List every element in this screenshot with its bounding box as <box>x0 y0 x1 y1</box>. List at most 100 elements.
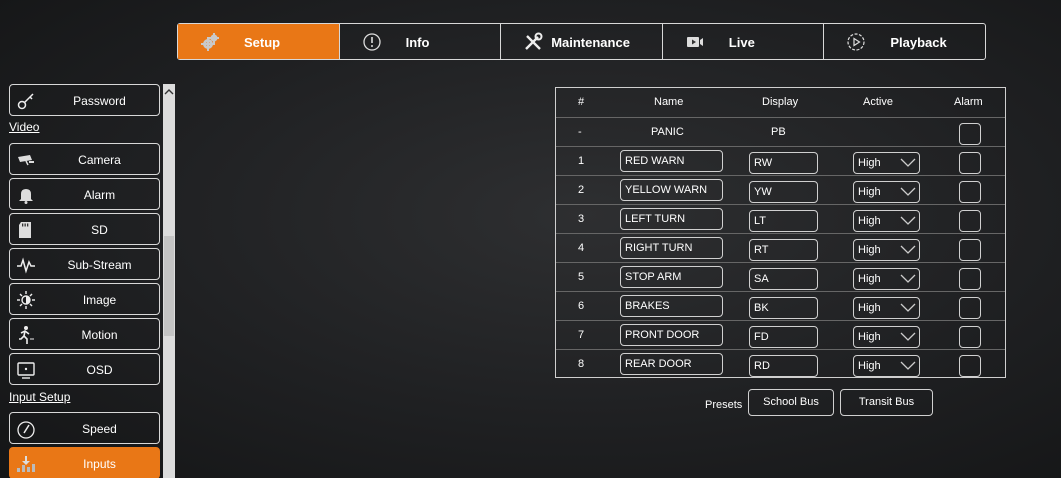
motion-icon <box>19 326 34 344</box>
name-input[interactable]: RIGHT TURN <box>620 237 723 259</box>
alarm-checkbox[interactable] <box>959 355 981 377</box>
sidebar-item-inputs[interactable]: Inputs <box>9 447 160 478</box>
display-input[interactable]: SA <box>749 268 818 290</box>
play-icon <box>847 33 865 51</box>
active-select[interactable]: High <box>853 355 920 377</box>
row-num: 5 <box>578 271 585 283</box>
tab-setup-label: Setup <box>244 35 281 50</box>
display-input[interactable]: YW <box>749 181 818 203</box>
name-input[interactable]: LEFT TURN <box>620 208 723 230</box>
name-input[interactable]: YELLOW WARN <box>620 179 723 201</box>
name-input[interactable]: RED WARN <box>620 150 723 172</box>
tab-setup[interactable]: Setup <box>178 24 340 59</box>
sidebar-item-label: Image <box>82 293 117 307</box>
row-num: 4 <box>578 242 585 254</box>
display-input[interactable]: RD <box>749 355 818 377</box>
top-nav: Setup Info Maintenance Live Playback <box>177 23 986 60</box>
tab-info-label: Info <box>405 35 430 50</box>
header-num: # <box>578 96 585 108</box>
section-input-setup: Input Setup <box>9 390 71 404</box>
chevron-down-icon <box>900 303 916 312</box>
active-select-value: High <box>858 273 881 285</box>
sidebar-item-motion[interactable]: Motion <box>9 318 160 350</box>
table-row: 7 PRONT DOOR FD High <box>556 320 1005 349</box>
name-input[interactable]: STOP ARM <box>620 266 723 288</box>
name-input[interactable]: BRAKES <box>620 295 723 317</box>
chevron-down-icon <box>900 216 916 225</box>
sidebar-item-label: Inputs <box>83 457 116 471</box>
alarm-checkbox[interactable] <box>959 239 981 261</box>
alarm-checkbox[interactable] <box>959 297 981 319</box>
display-input[interactable]: RW <box>749 152 818 174</box>
sidebar-item-sd[interactable]: SD <box>9 213 160 245</box>
row-num: 1 <box>578 155 585 167</box>
alarm-checkbox[interactable] <box>959 152 981 174</box>
alarm-checkbox[interactable] <box>959 181 981 203</box>
chevron-down-icon <box>900 187 916 196</box>
alarm-checkbox[interactable] <box>959 210 981 232</box>
tab-live[interactable]: Live <box>663 24 825 59</box>
sidebar-item-camera[interactable]: Camera <box>9 143 160 175</box>
table-row: 6 BRAKES BK High <box>556 291 1005 320</box>
key-icon <box>17 93 34 110</box>
name-input[interactable]: REAR DOOR <box>620 353 723 375</box>
active-select-value: High <box>858 215 881 227</box>
sidebar-item-image[interactable]: Image <box>9 283 160 315</box>
sidebar-item-speed[interactable]: Speed <box>9 412 160 444</box>
gear-icon <box>201 33 219 51</box>
table-row: 1 RED WARN RW High <box>556 146 1005 175</box>
info-icon <box>362 33 381 51</box>
header-display: Display <box>762 96 799 108</box>
scroll-up-icon[interactable] <box>163 86 175 98</box>
active-select[interactable]: High <box>853 181 920 203</box>
table-row: 2 YELLOW WARN YW High <box>556 175 1005 204</box>
tab-maintenance-label: Maintenance <box>551 35 630 50</box>
row-num: 6 <box>578 300 585 312</box>
panic-display: PB <box>771 126 786 138</box>
sidebar-item-alarm[interactable]: Alarm <box>9 178 160 210</box>
active-select[interactable]: High <box>853 297 920 319</box>
transit-bus-button[interactable]: Transit Bus <box>840 389 933 416</box>
active-select-value: High <box>858 360 881 372</box>
active-select[interactable]: High <box>853 326 920 348</box>
bell-icon <box>19 189 33 204</box>
active-select[interactable]: High <box>853 239 920 261</box>
sidebar-item-password[interactable]: Password <box>9 84 160 116</box>
active-select-value: High <box>858 157 881 169</box>
active-select[interactable]: High <box>853 152 920 174</box>
alarm-checkbox[interactable] <box>959 268 981 290</box>
chevron-down-icon <box>900 274 916 283</box>
sidebar-item-label: Camera <box>78 153 121 167</box>
sidebar-item-label: Alarm <box>83 188 116 202</box>
display-input[interactable]: FD <box>749 326 818 348</box>
name-input[interactable]: PRONT DOOR <box>620 324 723 346</box>
display-input[interactable]: BK <box>749 297 818 319</box>
alarm-checkbox[interactable] <box>959 326 981 348</box>
tab-info[interactable]: Info <box>340 24 502 59</box>
active-select[interactable]: High <box>853 268 920 290</box>
osd-icon <box>17 362 35 379</box>
sidebar-item-osd[interactable]: OSD <box>9 353 160 385</box>
sidebar: Password Video Camera Alarm SD Sub-Strea… <box>7 84 162 478</box>
tab-playback[interactable]: Playback <box>824 24 985 59</box>
header-alarm: Alarm <box>954 96 983 108</box>
scrollbar-thumb[interactable] <box>164 236 174 336</box>
school-bus-button[interactable]: School Bus <box>748 389 834 416</box>
chevron-down-icon <box>900 245 916 254</box>
sidebar-item-sub-stream[interactable]: Sub-Stream <box>9 248 160 280</box>
display-input[interactable]: RT <box>749 239 818 261</box>
sidebar-item-label: OSD <box>86 363 113 377</box>
row-num: 7 <box>578 329 585 341</box>
row-num: 3 <box>578 213 585 225</box>
table-row: 8 REAR DOOR RD High <box>556 349 1005 378</box>
display-input[interactable]: LT <box>749 210 818 232</box>
tab-maintenance[interactable]: Maintenance <box>501 24 663 59</box>
section-video: Video <box>9 120 40 134</box>
inputs-icon <box>17 456 35 472</box>
sidebar-item-label: Motion <box>81 328 118 342</box>
alarm-checkbox[interactable] <box>959 123 981 145</box>
table-header: # Name Display Active Alarm <box>556 88 1005 117</box>
table-row: 4 RIGHT TURN RT High <box>556 233 1005 262</box>
active-select[interactable]: High <box>853 210 920 232</box>
sidebar-scrollbar[interactable] <box>163 84 175 478</box>
